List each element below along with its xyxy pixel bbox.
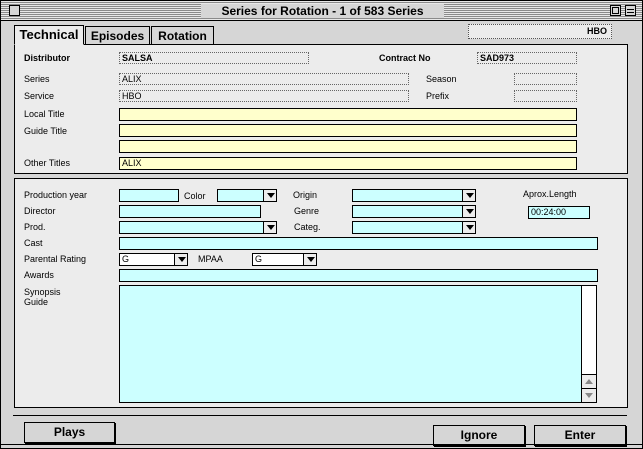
enter-button[interactable]: Enter	[534, 425, 626, 446]
guide-title-input-2[interactable]	[119, 140, 577, 153]
chevron-down-icon	[263, 222, 276, 233]
tab-rotation[interactable]: Rotation	[151, 26, 214, 45]
scroll-down-arrow-icon[interactable]	[582, 388, 596, 402]
prefix-field	[514, 90, 577, 102]
title-bar[interactable]: Series for Rotation - 1 of 583 Series	[1, 1, 642, 21]
chevron-down-icon	[174, 254, 187, 265]
tab-technical[interactable]: Technical	[14, 25, 84, 45]
series-field: ALIX	[119, 73, 409, 85]
color-label: Color	[184, 191, 206, 201]
chevron-down-icon	[462, 206, 475, 217]
window-bottom-edge	[1, 444, 642, 445]
genre-label: Genre	[294, 206, 320, 216]
scroll-up-arrow-icon[interactable]	[582, 374, 596, 388]
guide-title-label: Guide Title	[24, 126, 68, 136]
origin-dropdown[interactable]	[352, 189, 476, 202]
cast-label: Cast	[24, 238, 43, 248]
categ-dropdown[interactable]	[352, 221, 476, 234]
distributor-field: SALSA	[119, 52, 309, 64]
service-label: Service	[24, 91, 55, 101]
service-badge: HBO	[468, 24, 612, 39]
series-label: Series	[24, 74, 50, 84]
contract-no-field: SAD973	[477, 52, 577, 64]
color-dropdown[interactable]	[217, 189, 277, 202]
chevron-down-icon	[462, 222, 475, 233]
parental-rating-dropdown[interactable]: G	[119, 253, 188, 266]
local-title-label: Local Title	[24, 109, 65, 119]
series-rotation-window: Series for Rotation - 1 of 583 Series Te…	[0, 0, 643, 449]
cast-input[interactable]	[119, 237, 598, 250]
service-field: HBO	[119, 90, 409, 102]
parental-rating-value: G	[122, 254, 130, 264]
distributor-label: Distributor	[24, 53, 70, 63]
season-label: Season	[426, 74, 457, 84]
mpaa-label: MPAA	[198, 254, 223, 264]
prefix-label: Prefix	[426, 91, 450, 101]
synopsis-textarea[interactable]	[119, 285, 597, 403]
guide-label: Guide	[24, 297, 49, 307]
prod-label: Prod.	[24, 222, 46, 232]
local-title-input[interactable]	[119, 108, 577, 121]
season-field	[514, 73, 577, 85]
other-titles-label: Other Titles	[24, 158, 71, 168]
aprox-length-label: Aprox.Length	[523, 189, 577, 199]
director-label: Director	[24, 206, 56, 216]
footer-divider	[13, 415, 627, 416]
collapse-box-icon[interactable]	[625, 5, 636, 16]
categ-label: Categ.	[294, 222, 321, 232]
mpaa-value: G	[255, 254, 263, 264]
window-title: Series for Rotation - 1 of 583 Series	[201, 4, 444, 18]
ignore-button[interactable]: Ignore	[433, 425, 525, 446]
chevron-down-icon	[303, 254, 316, 265]
aprox-length-input[interactable]: 00:24:00	[528, 206, 590, 219]
production-year-label: Production year	[24, 190, 88, 200]
guide-title-input[interactable]	[119, 124, 577, 137]
mpaa-dropdown[interactable]: G	[252, 253, 317, 266]
director-input[interactable]	[119, 205, 261, 218]
plays-button[interactable]: Plays	[24, 422, 115, 443]
origin-label: Origin	[293, 190, 318, 200]
synopsis-scrollbar[interactable]	[581, 286, 596, 402]
zoom-box-icon[interactable]	[610, 5, 621, 16]
other-titles-input[interactable]: ALIX	[119, 157, 577, 170]
awards-input[interactable]	[119, 269, 598, 282]
contract-no-label: Contract No	[379, 53, 431, 63]
prod-dropdown[interactable]	[119, 221, 277, 234]
genre-dropdown[interactable]	[352, 205, 476, 218]
tab-episodes[interactable]: Episodes	[85, 26, 150, 45]
awards-label: Awards	[24, 270, 54, 280]
production-year-input[interactable]	[119, 189, 179, 202]
close-box-icon[interactable]	[9, 5, 20, 16]
parental-rating-label: Parental Rating	[24, 254, 87, 264]
chevron-down-icon	[263, 190, 276, 201]
chevron-down-icon	[462, 190, 475, 201]
